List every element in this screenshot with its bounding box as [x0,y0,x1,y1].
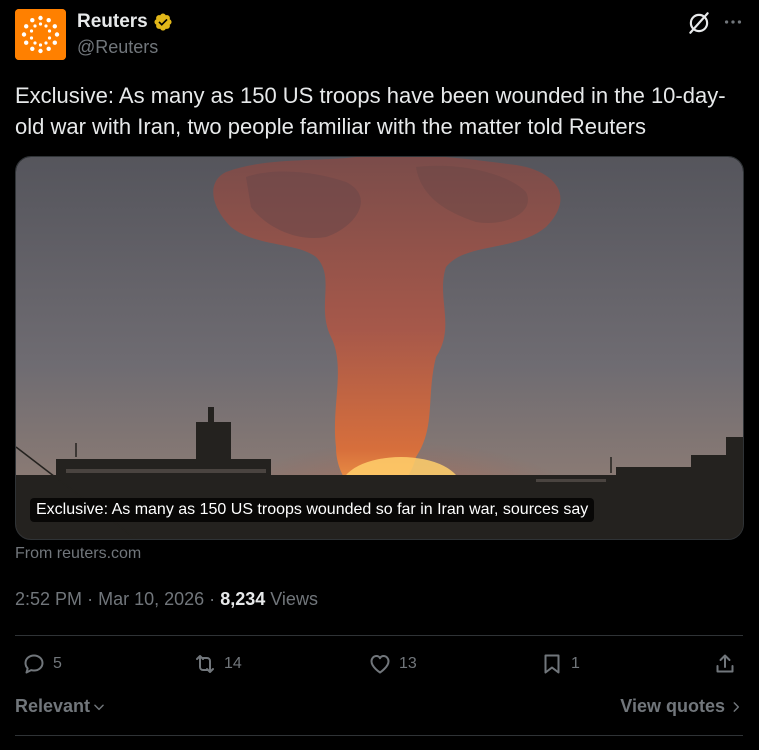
tweet-time[interactable]: 2:52 PM [15,589,82,609]
bookmark-count: 1 [571,655,580,672]
repost-icon [196,655,214,673]
chevron-right-icon [733,701,740,712]
views-label: Views [270,589,318,609]
meta-separator: · [87,589,94,609]
explosion-photo [16,157,743,539]
sort-dropdown[interactable]: Relevant [15,696,106,717]
tweet-detail-page: Reuters @Reuters Exclusive: As many as 1… [0,0,759,750]
divider [15,635,743,636]
grok-icon[interactable] [686,10,712,36]
views-count: 8,234 [220,589,266,609]
tweet-text: Exclusive: As many as 150 US troops have… [15,83,726,139]
card-source[interactable]: From reuters.com [15,545,141,563]
repost-button[interactable]: 14 [193,652,242,676]
sort-label: Relevant [15,696,91,716]
reply-icon [24,654,44,674]
author-name[interactable]: Reuters [77,11,148,33]
sort-bar: Relevant View quotes [15,696,743,720]
link-card[interactable]: Exclusive: As many as 150 US troops woun… [15,156,744,540]
display-name[interactable]: Reuters [77,11,173,33]
author-handle[interactable]: @Reuters [77,37,158,58]
meta-separator: · [209,589,216,609]
chevron-down-icon [94,704,104,710]
share-button[interactable] [713,652,737,676]
tweet-date[interactable]: Mar 10, 2026 [98,589,204,609]
tweet-header: Reuters @Reuters [15,9,744,61]
share-icon [716,654,734,673]
tweet-meta: 2:52 PM · Mar 10, 2026 · 8,234 Views [15,589,318,610]
divider [15,735,743,736]
bookmark-button[interactable]: 1 [540,652,580,676]
view-quotes-link[interactable]: View quotes [620,696,743,717]
verified-badge-icon[interactable] [153,12,173,32]
repost-count: 14 [224,655,242,672]
like-button[interactable]: 13 [368,652,417,676]
action-bar: 5 14 13 1 [15,652,743,680]
more-options-icon[interactable] [722,11,744,33]
heart-icon [370,655,390,674]
reply-count: 5 [53,655,62,672]
reuters-logo-icon [15,9,66,60]
card-title[interactable]: Exclusive: As many as 150 US troops woun… [30,498,595,522]
view-quotes-label: View quotes [620,696,725,716]
reply-button[interactable]: 5 [22,652,62,676]
bookmark-icon [544,654,560,674]
like-count: 13 [399,655,417,672]
avatar[interactable] [15,9,66,60]
